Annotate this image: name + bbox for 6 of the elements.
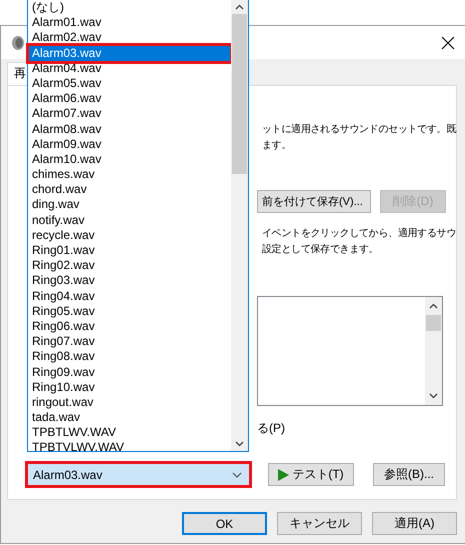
instruction-text: 設定として保存できます。	[261, 242, 378, 257]
instruction-text: イベントをクリックしてから、適用するサウ	[261, 226, 456, 241]
dropdown-value: Alarm03.wav	[33, 468, 102, 482]
description-text: ットに適用されるサウンドのセットです。既	[261, 122, 456, 137]
description-text: ます。	[261, 139, 292, 153]
checkbox-label: る(P)	[257, 420, 286, 437]
